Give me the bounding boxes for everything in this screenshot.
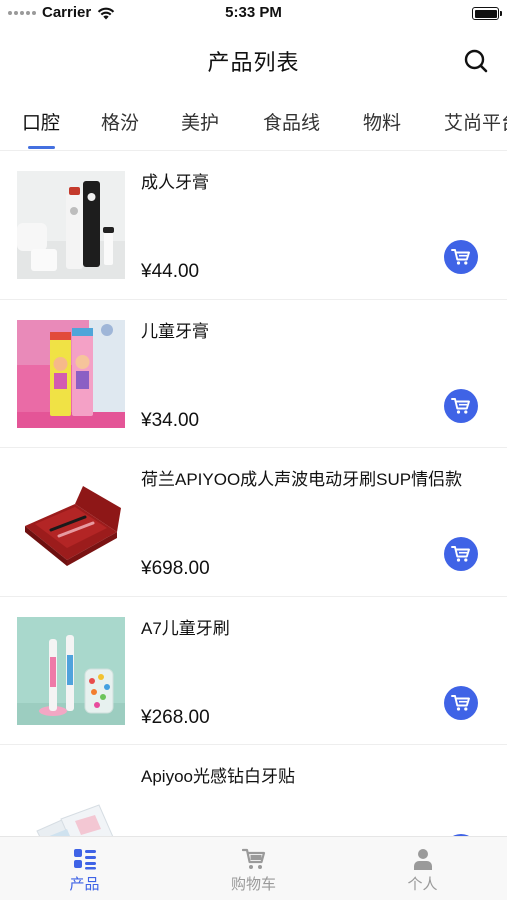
product-name: A7儿童牙刷 (141, 618, 230, 638)
status-time: 5:33 PM (225, 4, 282, 21)
product-item[interactable]: 儿童牙膏 ¥34.00 (0, 300, 507, 448)
cart-icon (451, 694, 470, 711)
add-to-cart-button[interactable] (444, 388, 478, 423)
active-tab-indicator (28, 146, 55, 149)
search-icon[interactable] (463, 48, 489, 74)
cart-icon (451, 546, 470, 562)
product-name: Apiyoo光感钻白牙贴 (141, 767, 295, 786)
product-list[interactable]: 成人牙膏 ¥44.00 儿童牙膏 ¥34.00 荷兰APIYOO成人声波电动牙刷… (0, 151, 507, 836)
tabbar-item-profile[interactable]: 个人 (338, 837, 507, 900)
product-name: 荷兰APIYOO成人声波电动牙刷SUP情侣款 (141, 470, 463, 489)
product-item[interactable]: 成人牙膏 ¥44.00 (0, 151, 507, 300)
product-image (17, 616, 125, 725)
status-bar: Carrier 5:33 PM (0, 0, 507, 28)
tabbar-item-cart[interactable]: 购物车 (169, 837, 338, 900)
product-price: ¥698.00 (141, 558, 210, 579)
tab-beauty[interactable]: 美护 (181, 108, 219, 135)
product-price: ¥34.00 (141, 409, 200, 431)
product-name: 儿童牙膏 (141, 321, 209, 341)
tab-gefen[interactable]: 格汾 (101, 108, 139, 135)
tabbar-item-products[interactable]: 产品 (0, 837, 169, 900)
tab-oral-care[interactable]: 口腔 (22, 108, 60, 135)
person-icon (413, 849, 432, 870)
product-name: 成人牙膏 (141, 173, 209, 192)
product-item[interactable]: 荷兰APIYOO成人声波电动牙刷SUP情侣款 ¥698.00 (0, 448, 507, 597)
bottom-tab-bar: 产品 购物车 个人 (0, 836, 507, 900)
battery-icon (472, 7, 502, 20)
page-title: 产品列表 (207, 50, 300, 75)
cart-icon (451, 397, 470, 414)
add-to-cart-button[interactable] (444, 685, 478, 720)
tabbar-label: 个人 (407, 876, 438, 893)
cart-icon (451, 249, 470, 265)
cart-icon (241, 848, 265, 869)
tab-food-line[interactable]: 食品线 (263, 108, 320, 135)
nav-bar: 产品列表 (0, 28, 507, 90)
product-list-icon (73, 849, 96, 870)
product-item[interactable]: A7儿童牙刷 ¥268.00 (0, 597, 507, 745)
add-to-cart-button[interactable] (444, 537, 478, 571)
product-price: ¥44.00 (141, 261, 200, 282)
product-image (17, 171, 125, 279)
category-tabs: 口腔 格汾 美护 食品线 物料 艾尚平台 (0, 90, 507, 151)
product-item[interactable]: Apiyoo光感钻白牙贴 (0, 745, 507, 836)
product-image (17, 468, 125, 576)
tab-materials[interactable]: 物料 (363, 108, 401, 135)
tabbar-label: 购物车 (230, 876, 276, 893)
tab-aishang-platform[interactable]: 艾尚平台 (444, 108, 507, 135)
tabbar-label: 产品 (69, 876, 100, 893)
product-price: ¥268.00 (141, 706, 210, 728)
product-image (17, 319, 125, 428)
add-to-cart-button[interactable] (444, 240, 478, 274)
product-image (17, 765, 125, 836)
